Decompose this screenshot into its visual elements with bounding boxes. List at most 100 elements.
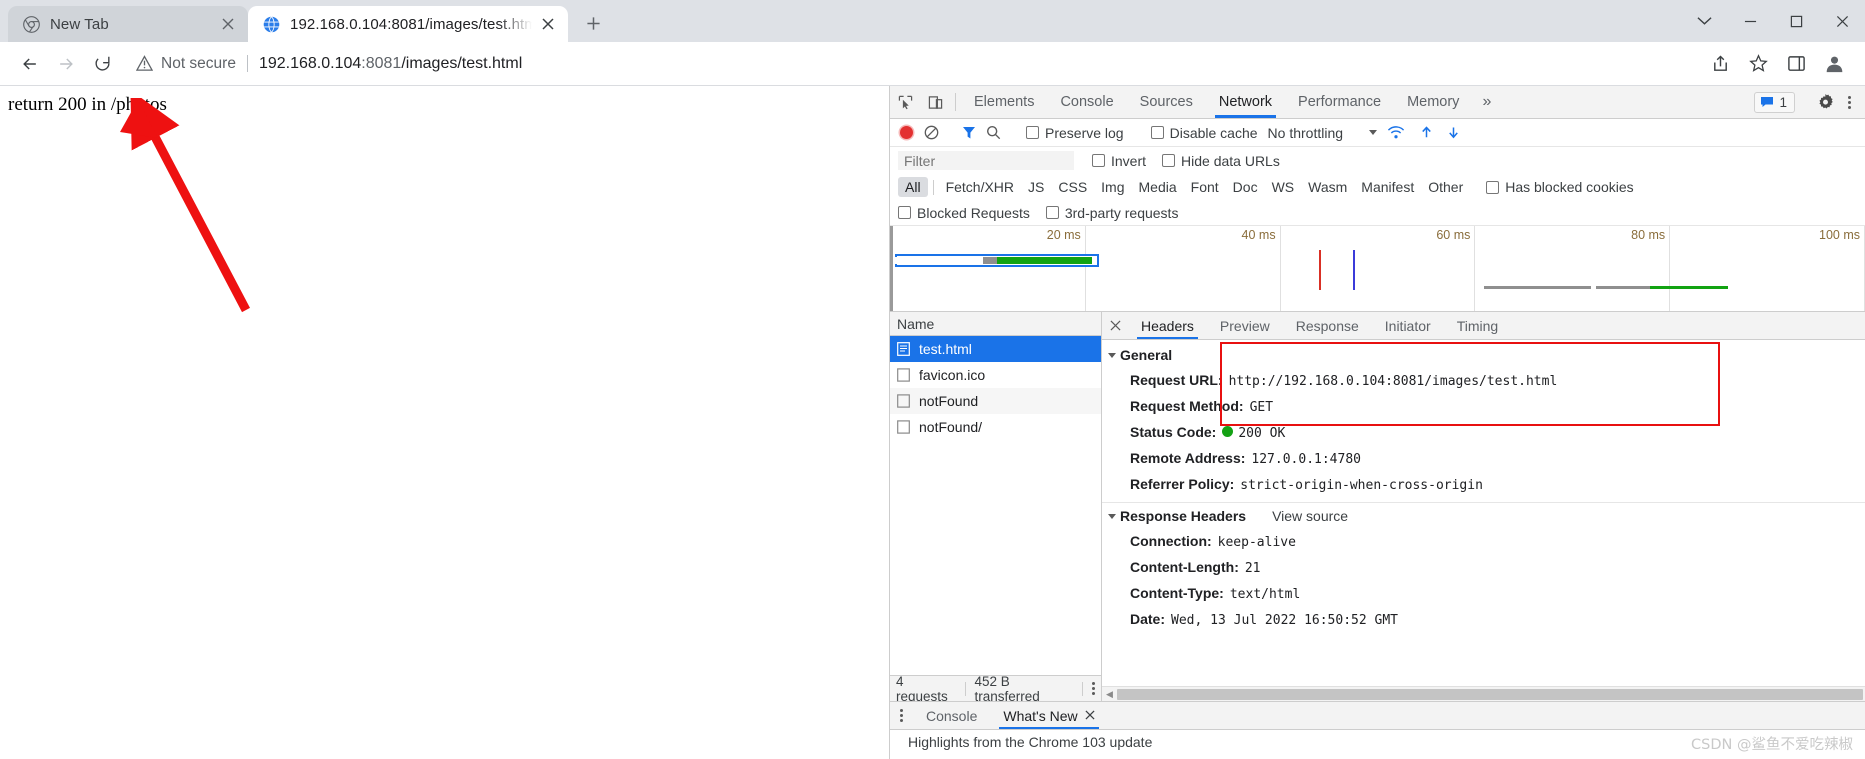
type-filter-all[interactable]: All <box>898 177 928 197</box>
checkbox-box <box>1026 126 1039 139</box>
maximize-icon[interactable] <box>1773 0 1819 42</box>
devtools-tab-memory[interactable]: Memory <box>1394 86 1472 118</box>
table-row[interactable]: notFound <box>890 388 1101 414</box>
type-filter-doc[interactable]: Doc <box>1226 177 1265 197</box>
issues-counter-button[interactable]: 1 <box>1754 92 1795 113</box>
issues-message-icon <box>1760 96 1774 108</box>
hide-data-urls-checkbox[interactable]: Hide data URLs <box>1162 153 1280 169</box>
funnel-filter-icon[interactable] <box>962 125 976 140</box>
more-vertical-icon[interactable] <box>1840 96 1859 109</box>
overview-left-handle[interactable] <box>890 226 893 311</box>
toolbar-right-actions <box>1701 46 1853 82</box>
drawer-tab-whats-new[interactable]: What's New <box>990 702 1107 729</box>
tab-search-icon[interactable] <box>1681 0 1727 42</box>
preserve-log-checkbox[interactable]: Preserve log <box>1026 125 1124 141</box>
devtools-tab-overflow[interactable]: » <box>1472 86 1501 118</box>
network-overview-timeline[interactable]: 20 ms40 ms60 ms80 ms100 ms <box>890 226 1865 312</box>
browser-tab-test-html[interactable]: 192.168.0.104:8081/images/test.html <box>248 6 568 42</box>
type-filter-other[interactable]: Other <box>1421 177 1470 197</box>
third-party-requests-checkbox[interactable]: 3rd-party requests <box>1046 205 1179 221</box>
star-icon[interactable] <box>1739 46 1777 82</box>
response-headers-section-header[interactable]: Response Headers View source <box>1102 502 1865 529</box>
invert-checkbox[interactable]: Invert <box>1092 153 1146 169</box>
close-icon[interactable] <box>1819 0 1865 42</box>
address-bar[interactable]: Not secure 192.168.0.104:8081/images/tes… <box>130 48 1691 80</box>
type-filter-img[interactable]: Img <box>1094 177 1131 197</box>
scroll-left-arrow-icon[interactable]: ◀ <box>1102 689 1117 700</box>
detail-tab-preview[interactable]: Preview <box>1207 312 1283 339</box>
type-filter-font[interactable]: Font <box>1184 177 1226 197</box>
close-icon[interactable] <box>218 14 238 34</box>
throttling-select[interactable]: No throttling <box>1268 125 1343 141</box>
minimize-icon[interactable] <box>1727 0 1773 42</box>
type-filter-manifest[interactable]: Manifest <box>1354 177 1421 197</box>
has-blocked-cookies-checkbox[interactable]: Has blocked cookies <box>1486 179 1633 195</box>
upload-har-icon[interactable] <box>1419 125 1434 140</box>
devtools-tab-performance[interactable]: Performance <box>1285 86 1394 118</box>
devtools-tab-sources[interactable]: Sources <box>1127 86 1206 118</box>
type-filter-media[interactable]: Media <box>1132 177 1184 197</box>
search-icon[interactable] <box>986 125 1001 140</box>
toggle-device-toolbar-icon[interactable] <box>920 86 950 118</box>
table-row[interactable]: favicon.ico <box>890 362 1101 388</box>
status-badge <box>1222 426 1233 437</box>
type-filter-wasm[interactable]: Wasm <box>1301 177 1354 197</box>
devtools-tab-network[interactable]: Network <box>1206 86 1285 118</box>
close-icon[interactable] <box>538 14 558 34</box>
share-icon[interactable] <box>1701 46 1739 82</box>
devtools-tab-elements[interactable]: Elements <box>961 86 1047 118</box>
network-status-bar: 4 requests 452 B transferred <box>890 675 1101 701</box>
header-value: text/html <box>1230 586 1300 604</box>
gear-icon[interactable] <box>1810 94 1840 111</box>
overview-event-line <box>1353 250 1355 290</box>
checkbox-label: Disable cache <box>1170 125 1258 141</box>
reload-icon[interactable] <box>84 46 120 82</box>
overview-gridline <box>1669 226 1670 311</box>
side-panel-icon[interactable] <box>1777 46 1815 82</box>
type-filter-ws[interactable]: WS <box>1265 177 1302 197</box>
new-tab-button[interactable] <box>576 6 610 40</box>
chip-label: Fetch/XHR <box>946 179 1014 195</box>
detail-tab-initiator[interactable]: Initiator <box>1372 312 1444 339</box>
header-value: GET <box>1250 399 1273 417</box>
detail-tab-response[interactable]: Response <box>1283 312 1372 339</box>
clear-icon[interactable] <box>924 125 939 140</box>
general-section-header[interactable]: General <box>1102 342 1865 368</box>
scrollbar-thumb[interactable] <box>1117 689 1863 700</box>
overview-tick-label: 20 ms <box>1047 228 1085 242</box>
request-list-header[interactable]: Name <box>890 312 1101 336</box>
generic-file-icon <box>897 368 911 383</box>
type-filter-js[interactable]: JS <box>1021 177 1051 197</box>
close-icon[interactable] <box>1102 312 1128 339</box>
record-stop-icon[interactable] <box>900 126 913 139</box>
view-source-link[interactable]: View source <box>1272 508 1348 524</box>
tab-label: Sources <box>1140 94 1193 110</box>
type-filter-fetch-xhr[interactable]: Fetch/XHR <box>939 177 1021 197</box>
type-filter-css[interactable]: CSS <box>1051 177 1094 197</box>
close-icon[interactable] <box>1085 708 1095 723</box>
network-conditions-icon[interactable] <box>1387 125 1405 140</box>
drawer-tab-console[interactable]: Console <box>913 702 990 729</box>
devtools-tab-bar-actions: 1 <box>1754 86 1865 118</box>
table-row[interactable]: notFound/ <box>890 414 1101 440</box>
generic-file-icon <box>897 420 911 435</box>
back-arrow-icon[interactable] <box>12 46 48 82</box>
more-vertical-icon[interactable] <box>1092 682 1095 695</box>
detail-tab-headers[interactable]: Headers <box>1128 312 1207 339</box>
disable-cache-checkbox[interactable]: Disable cache <box>1151 125 1258 141</box>
table-row[interactable]: test.html <box>890 336 1101 362</box>
devtools-tab-console[interactable]: Console <box>1047 86 1126 118</box>
inspect-element-icon[interactable] <box>890 86 920 118</box>
filter-input[interactable] <box>898 151 1074 170</box>
checkbox-label: Preserve log <box>1045 125 1124 141</box>
header-row: Referrer Policy: strict-origin-when-cros… <box>1102 472 1865 498</box>
blocked-requests-checkbox[interactable]: Blocked Requests <box>898 205 1030 221</box>
checkbox-label: Invert <box>1111 153 1146 169</box>
chevron-down-icon[interactable] <box>1369 130 1377 135</box>
download-har-icon[interactable] <box>1446 125 1461 140</box>
profile-avatar-icon[interactable] <box>1815 46 1853 82</box>
more-vertical-icon[interactable] <box>890 702 913 729</box>
browser-tab-new-tab[interactable]: New Tab <box>8 6 248 42</box>
detail-tab-timing[interactable]: Timing <box>1444 312 1512 339</box>
horizontal-scrollbar[interactable]: ◀ <box>1102 686 1865 701</box>
